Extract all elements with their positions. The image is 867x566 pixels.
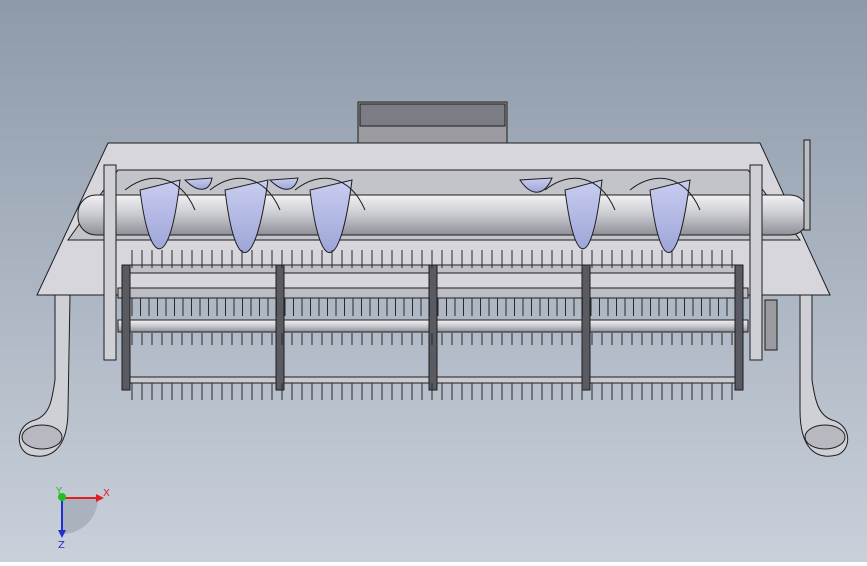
graphics-viewport[interactable] bbox=[0, 0, 867, 562]
right-lever bbox=[803, 139, 811, 231]
viewport-canvas[interactable] bbox=[0, 0, 867, 562]
left-skid-wheel bbox=[21, 424, 63, 450]
right-hydraulic-block bbox=[764, 299, 778, 351]
right-side-plate bbox=[749, 164, 763, 361]
auger-tube bbox=[77, 194, 809, 236]
right-skid-wheel bbox=[804, 424, 846, 450]
left-side-plate bbox=[103, 164, 117, 361]
top-gearbox-face bbox=[359, 103, 506, 127]
